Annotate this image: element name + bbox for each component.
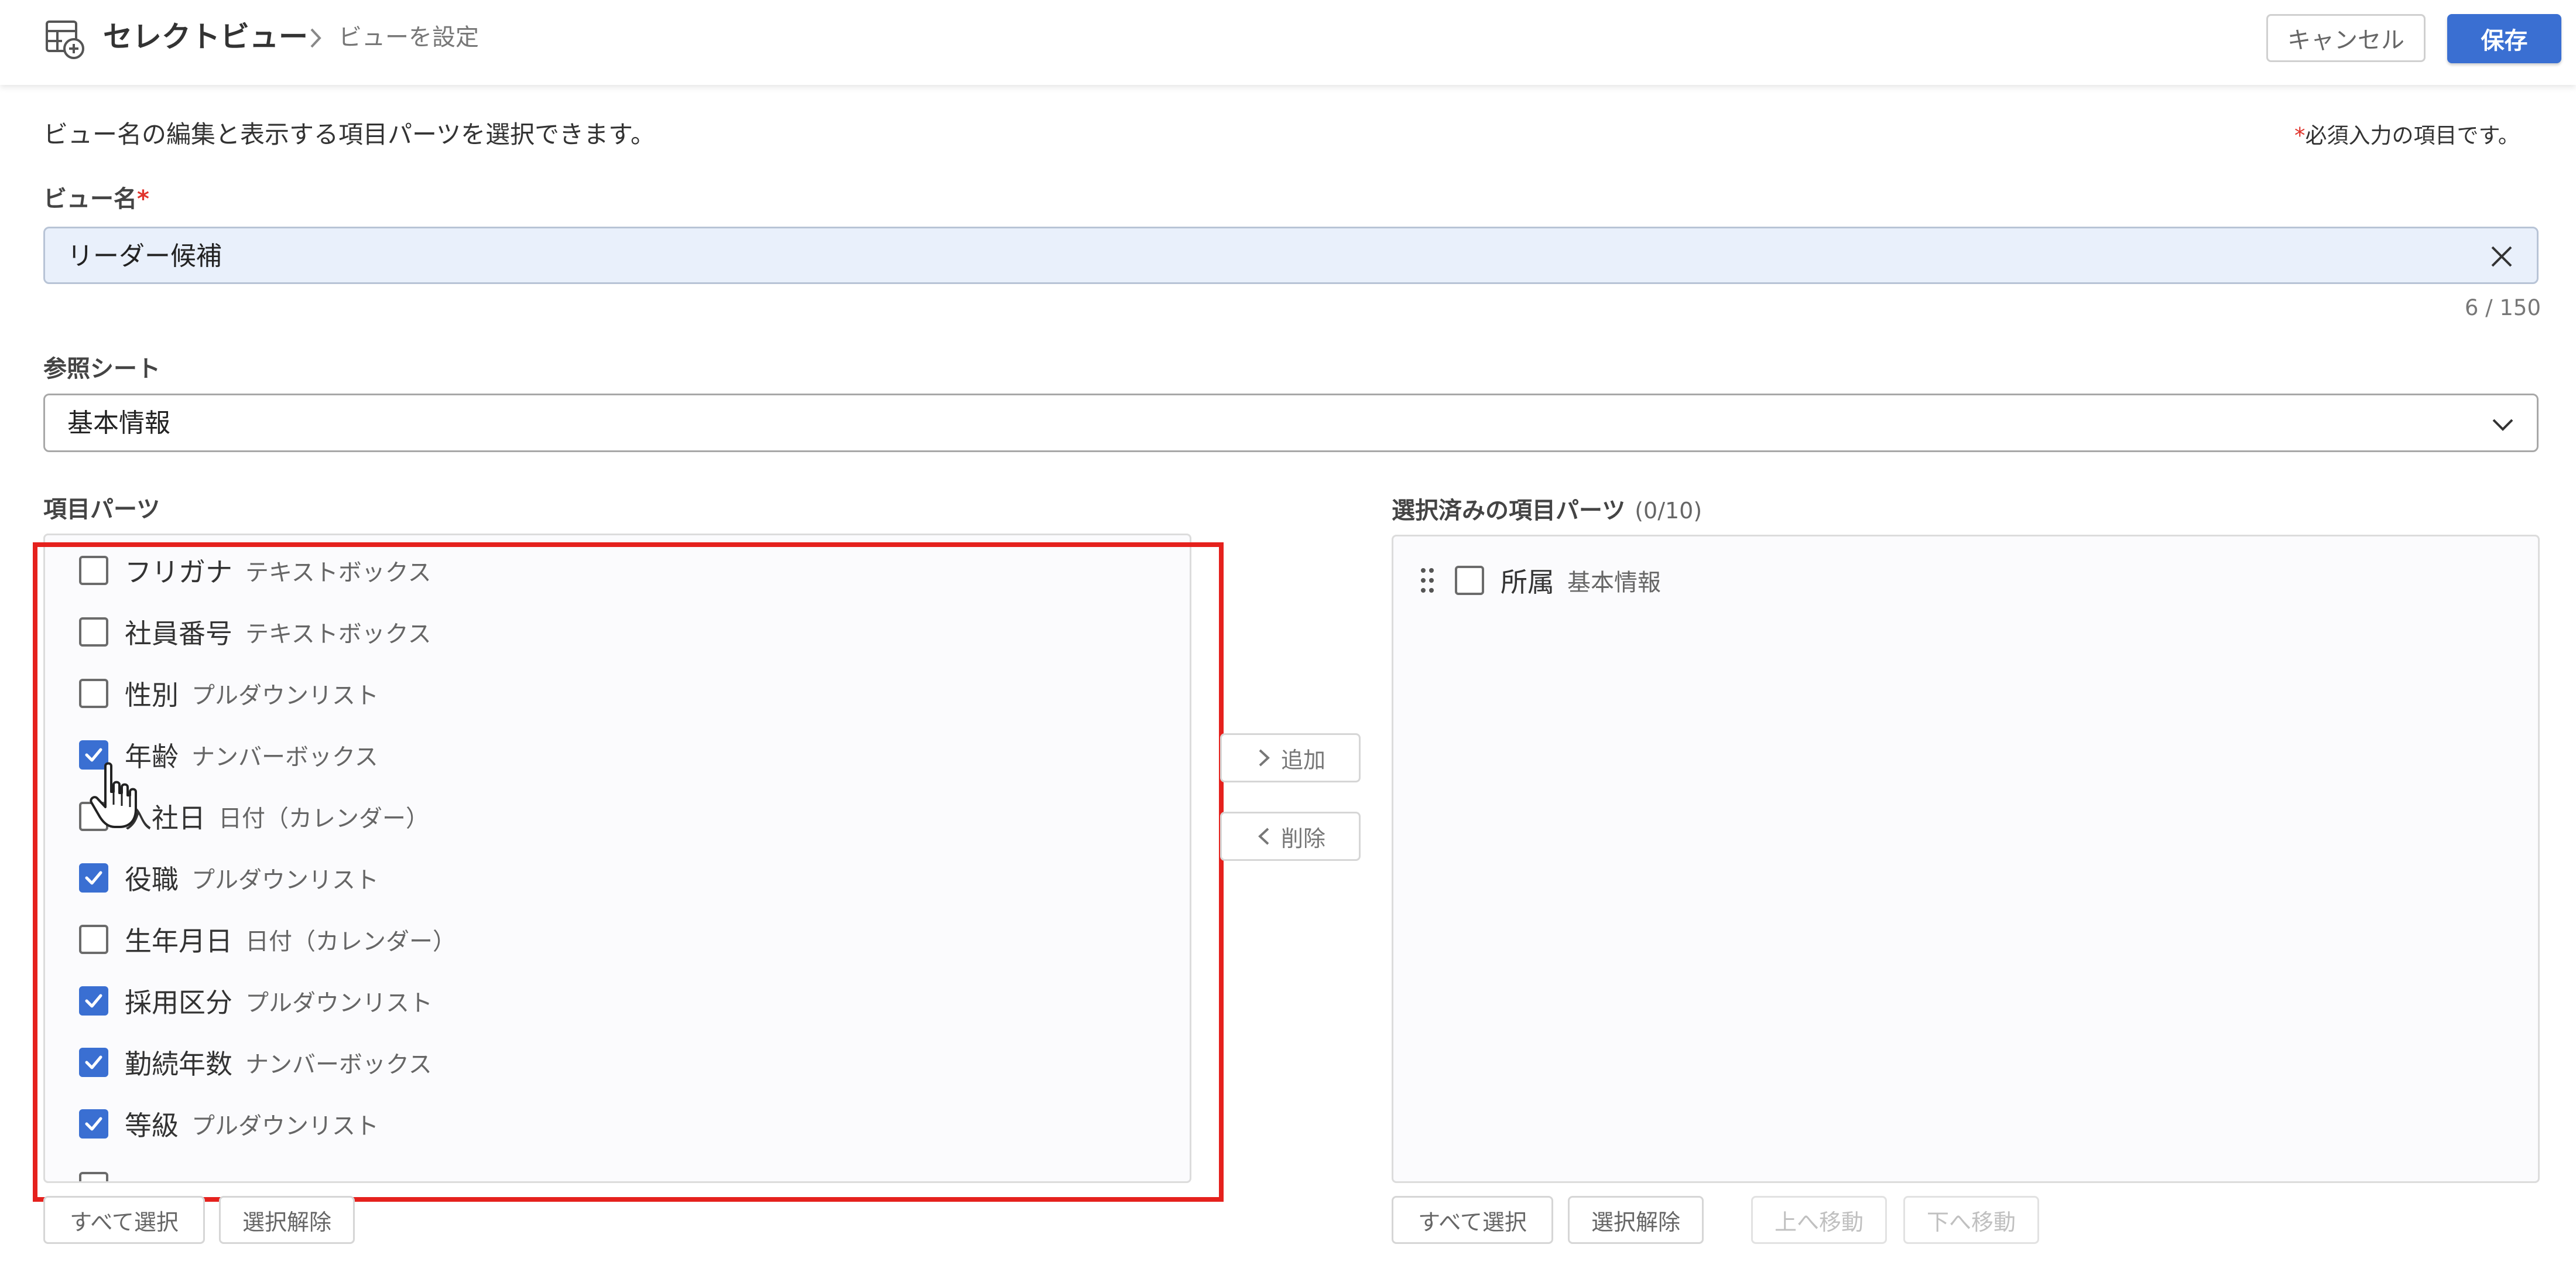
reference-sheet-label: 参照シート: [43, 355, 160, 382]
required-mark: *: [2294, 123, 2306, 148]
chevron-right-icon: [1259, 749, 1270, 767]
page-description: ビュー名の編集と表示する項目パーツを選択できます。: [43, 120, 655, 149]
selected-select-all-button[interactable]: すべて選択: [1392, 1196, 1553, 1244]
move-up-button[interactable]: 上へ移動: [1751, 1196, 1887, 1244]
required-note: *必須入力の項目です。: [2294, 118, 2520, 153]
table-add-icon: [46, 20, 84, 59]
hand-cursor-icon: [90, 762, 137, 828]
char-counter: 6 / 150: [2464, 295, 2541, 320]
add-button[interactable]: 追加: [1220, 733, 1361, 782]
breadcrumb-current: ビューを設定: [338, 24, 479, 51]
drag-handle-icon[interactable]: [1418, 566, 1437, 595]
item-type: 基本情報: [1567, 569, 1661, 596]
chevron-left-icon: [1258, 828, 1269, 845]
save-button[interactable]: 保存: [2447, 14, 2561, 63]
item-checkbox[interactable]: [1455, 566, 1484, 595]
selected-deselect-button[interactable]: 選択解除: [1568, 1196, 1704, 1244]
cancel-button[interactable]: キャンセル: [2266, 14, 2426, 62]
selected-count: (0/10): [1635, 498, 1703, 524]
chevron-right-icon: [310, 28, 321, 48]
clear-icon[interactable]: [2489, 244, 2515, 269]
view-name-input[interactable]: リーダー候補: [43, 227, 2539, 284]
chevron-down-icon: [2492, 419, 2513, 431]
highlight-frame: [33, 542, 1224, 1202]
reference-sheet-value: 基本情報: [67, 408, 170, 438]
parts-label: 項目パーツ: [43, 496, 160, 523]
required-mark: *: [137, 186, 149, 213]
item-name: 所属: [1501, 566, 1554, 598]
top-header: セレクトビュー ビューを設定 キャンセル 保存: [0, 0, 2576, 85]
view-name-value: リーダー候補: [67, 241, 222, 271]
view-name-label: ビュー名*: [43, 186, 149, 213]
remove-button[interactable]: 削除: [1220, 812, 1361, 861]
move-down-button[interactable]: 下へ移動: [1903, 1196, 2039, 1244]
selected-parts-label: 選択済みの項目パーツ (0/10): [1392, 497, 1703, 524]
selected-parts-list[interactable]: 所属 基本情報: [1392, 535, 2540, 1183]
reference-sheet-select[interactable]: 基本情報: [43, 394, 2539, 452]
deselect-button[interactable]: 選択解除: [219, 1196, 355, 1244]
select-all-button[interactable]: すべて選択: [43, 1196, 205, 1244]
selected-item[interactable]: 所属 基本情報: [1455, 557, 1661, 604]
page-title: セレクトビュー: [103, 20, 308, 54]
required-note-text: 必須入力の項目です。: [2305, 123, 2520, 148]
